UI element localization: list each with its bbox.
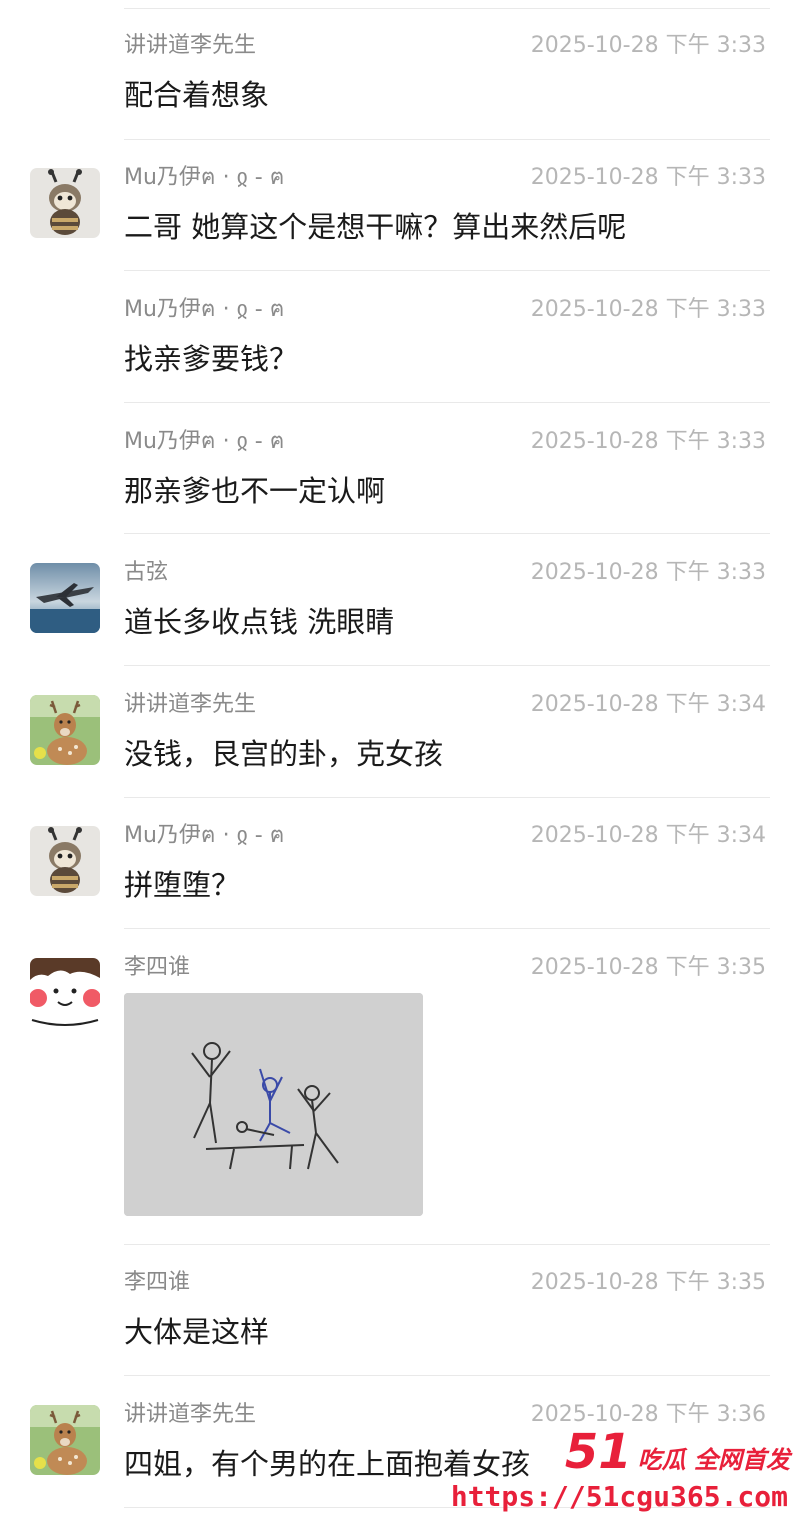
message-text[interactable]: 二哥 她算这个是想干嘛？算出来然后呢 bbox=[124, 208, 626, 246]
sender-name[interactable]: 讲讲道李先生 bbox=[124, 691, 256, 719]
timestamp: 2025-10-28 下午 3:34 bbox=[530, 823, 766, 848]
timestamp: 2025-10-28 下午 3:35 bbox=[530, 955, 766, 980]
divider bbox=[124, 1244, 770, 1245]
message-text[interactable]: 配合着想象 bbox=[124, 76, 269, 114]
watermark-url: https://51cgu365.com bbox=[450, 1480, 788, 1513]
divider bbox=[124, 139, 770, 140]
message-text[interactable]: 拼堕堕？ bbox=[124, 866, 240, 904]
deer-avatar-icon bbox=[30, 695, 100, 765]
sender-name[interactable]: 讲讲道李先生 bbox=[124, 32, 256, 60]
avatar-deer[interactable] bbox=[30, 695, 100, 765]
timestamp: 2025-10-28 下午 3:33 bbox=[530, 165, 766, 190]
divider bbox=[124, 1375, 770, 1376]
message-text[interactable]: 没钱，艮宫的卦，克女孩 bbox=[124, 735, 443, 773]
sender-name[interactable]: Mu乃伊ฅ · ჲ - ฅ bbox=[124, 822, 284, 850]
avatar-cartoon[interactable] bbox=[30, 958, 100, 1028]
watermark-logo: 51 吃瓜 全网首发 bbox=[565, 1428, 790, 1476]
watermark-tagline: 吃瓜 全网首发 bbox=[637, 1446, 790, 1474]
avatar-jet[interactable] bbox=[30, 563, 100, 633]
divider bbox=[124, 665, 770, 666]
avatar-deer[interactable] bbox=[30, 1405, 100, 1475]
divider bbox=[124, 270, 770, 271]
bee-avatar-icon bbox=[30, 826, 100, 896]
timestamp: 2025-10-28 下午 3:33 bbox=[530, 33, 766, 58]
message-text[interactable]: 找亲爹要钱？ bbox=[124, 340, 298, 378]
divider bbox=[124, 8, 770, 9]
timestamp: 2025-10-28 下午 3:33 bbox=[530, 560, 766, 585]
sender-name[interactable]: 李四谁 bbox=[124, 1269, 190, 1297]
message-text[interactable]: 四姐，有个男的在上面抱着女孩 bbox=[124, 1445, 530, 1483]
sender-name[interactable]: 李四谁 bbox=[124, 954, 190, 982]
stick-figure-drawing-image bbox=[124, 993, 423, 1216]
sender-name[interactable]: Mu乃伊ฅ · ჲ - ฅ bbox=[124, 428, 284, 456]
timestamp: 2025-10-28 下午 3:33 bbox=[530, 429, 766, 454]
divider bbox=[124, 928, 770, 929]
sender-name[interactable]: 古弦 bbox=[124, 559, 168, 587]
avatar-bee[interactable] bbox=[30, 826, 100, 896]
timestamp: 2025-10-28 下午 3:34 bbox=[530, 692, 766, 717]
cartoon-face-avatar-icon bbox=[30, 958, 100, 1028]
deer-avatar-icon bbox=[30, 1405, 100, 1475]
message-text[interactable]: 那亲爹也不一定认啊 bbox=[124, 472, 385, 510]
chat-history: 讲讲道李先生 2025-10-28 下午 3:33 配合着想象 Mu乃伊ฅ · … bbox=[0, 0, 800, 1522]
sender-name[interactable]: 讲讲道李先生 bbox=[124, 1401, 256, 1429]
divider bbox=[124, 533, 770, 534]
sender-name[interactable]: Mu乃伊ฅ · ჲ - ฅ bbox=[124, 164, 284, 192]
bee-avatar-icon bbox=[30, 168, 100, 238]
timestamp: 2025-10-28 下午 3:33 bbox=[530, 297, 766, 322]
message-text[interactable]: 道长多收点钱 洗眼睛 bbox=[124, 603, 394, 641]
divider bbox=[124, 797, 770, 798]
message-text[interactable]: 大体是这样 bbox=[124, 1313, 269, 1351]
watermark-number: 51 bbox=[564, 1424, 632, 1480]
watermark: 51 吃瓜 全网首发 https://51cgu365.com bbox=[451, 1428, 790, 1518]
timestamp: 2025-10-28 下午 3:35 bbox=[530, 1270, 766, 1295]
avatar-bee[interactable] bbox=[30, 168, 100, 238]
sender-name[interactable]: Mu乃伊ฅ · ჲ - ฅ bbox=[124, 296, 284, 324]
jet-avatar-icon bbox=[30, 563, 100, 633]
image-message[interactable] bbox=[124, 993, 423, 1216]
divider bbox=[124, 402, 770, 403]
